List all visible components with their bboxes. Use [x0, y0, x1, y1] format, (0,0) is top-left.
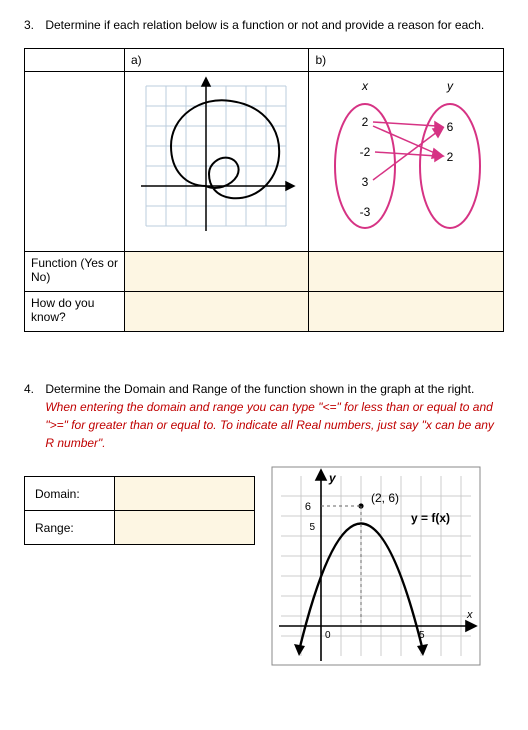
func-label: y = f(x): [411, 511, 450, 525]
range-label: Range:: [25, 511, 115, 545]
x-val-2: 3: [362, 175, 369, 189]
vertex-label: (2, 6): [371, 491, 399, 505]
q3-prompt-row: 3. Determine if each relation below is a…: [24, 16, 504, 34]
x-axis-label: x: [466, 609, 473, 621]
q4-instruction: When entering the domain and range you c…: [45, 400, 494, 450]
q3-b-how-answer[interactable]: [309, 292, 504, 332]
x-val-1: -2: [360, 145, 371, 159]
q4-number: 4.: [24, 380, 42, 398]
y-axis-label: y: [328, 471, 337, 485]
q3-how-label: How do you know?: [25, 292, 125, 332]
y6-label: 6: [305, 501, 311, 513]
q3-header-blank: [25, 49, 125, 72]
y-val-0: 6: [447, 120, 454, 134]
y-set-label: y: [446, 79, 454, 93]
q3-b-function-answer[interactable]: [309, 252, 504, 292]
x0-label: 0: [325, 630, 331, 641]
x-set-label: x: [361, 79, 369, 93]
q4-graph-wrap: y x (2, 6) 6 5 5 0 y = f(x): [271, 466, 481, 666]
parabola-graph-icon: y x (2, 6) 6 5 5 0 y = f(x): [271, 466, 481, 666]
curve-on-grid-icon: [131, 76, 301, 236]
q3-part-a-label: a): [125, 49, 309, 72]
domain-label: Domain:: [25, 477, 115, 511]
q4-dr-table-wrap: Domain: Range:: [24, 466, 255, 545]
q3-diagram-b: x y 2 -2 3 -3 6 2: [309, 72, 504, 252]
q3-prompt: Determine if each relation below is a fu…: [45, 16, 503, 34]
q3-table: a) b): [24, 48, 504, 332]
mapping-diagram-icon: x y 2 -2 3 -3 6 2: [315, 76, 495, 236]
q4-prompt: Determine the Domain and Range of the fu…: [45, 382, 474, 396]
q4-content-row: Domain: Range:: [24, 466, 504, 666]
q4-prompt-row: 4. Determine the Domain and Range of the…: [24, 380, 504, 452]
q3-number: 3.: [24, 16, 42, 34]
y-val-1: 2: [447, 150, 454, 164]
x-val-3: -3: [360, 205, 371, 219]
question-4: 4. Determine the Domain and Range of the…: [24, 380, 504, 666]
q3-diagram-a: [125, 72, 309, 252]
range-answer[interactable]: [115, 511, 255, 545]
q3-diagram-blank: [25, 72, 125, 252]
domain-answer[interactable]: [115, 477, 255, 511]
x-val-0: 2: [362, 115, 369, 129]
y5-label: 5: [309, 522, 315, 533]
q4-dr-table: Domain: Range:: [24, 476, 255, 545]
q3-a-function-answer[interactable]: [125, 252, 309, 292]
question-3: 3. Determine if each relation below is a…: [24, 16, 504, 332]
q3-function-label: Function (Yes or No): [25, 252, 125, 292]
x5-label: 5: [419, 630, 425, 641]
q4-prompt-body: Determine the Domain and Range of the fu…: [45, 380, 503, 452]
q3-a-how-answer[interactable]: [125, 292, 309, 332]
q3-part-b-label: b): [309, 49, 504, 72]
